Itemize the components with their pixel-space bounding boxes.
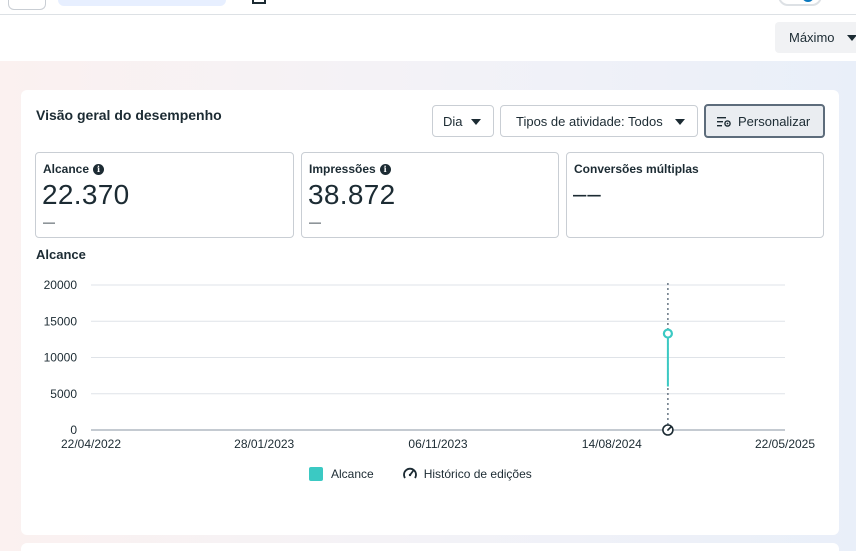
x-tick-label: 22/04/2022 <box>61 437 121 451</box>
chart-legend: Alcance Histórico de edições <box>309 467 560 481</box>
x-tick-label: 14/08/2024 <box>582 437 642 451</box>
legend-swatch <box>309 467 323 481</box>
legend-label-reach: Alcance <box>331 467 374 481</box>
legend-item-reach[interactable]: Alcance <box>309 467 374 481</box>
date-range-button[interactable]: Máximo <box>775 22 856 53</box>
x-tick-label: 28/01/2023 <box>234 437 294 451</box>
legend-item-edit-history[interactable]: Histórico de edições <box>402 467 532 481</box>
data-point <box>662 328 673 339</box>
legend-label-edit-history: Histórico de edições <box>423 467 532 481</box>
y-tick-label: 0 <box>70 423 77 437</box>
y-tick-label: 5000 <box>50 387 77 401</box>
y-tick-label: 10000 <box>44 351 78 365</box>
x-tick-label: 22/05/2025 <box>755 437 815 451</box>
top-navigation-bar <box>0 0 856 15</box>
active-tab[interactable] <box>58 0 226 6</box>
y-tick-label: 15000 <box>44 314 78 328</box>
next-card <box>21 543 839 551</box>
sub-toolbar <box>0 15 856 61</box>
performance-overview-card: Visão geral do desempenho Dia Tipos de a… <box>21 90 839 535</box>
date-range-label: Máximo <box>789 30 835 45</box>
edit-history-marker-icon[interactable] <box>662 424 674 436</box>
chevron-down-icon <box>847 35 856 41</box>
grid-icon[interactable] <box>252 0 266 4</box>
y-tick-label: 20000 <box>44 278 78 292</box>
menu-button[interactable] <box>8 0 46 10</box>
edit-history-icon <box>402 467 417 479</box>
view-toggle[interactable] <box>778 0 822 6</box>
toggle-knob-icon <box>802 0 814 2</box>
x-tick-label: 06/11/2023 <box>408 437 467 451</box>
